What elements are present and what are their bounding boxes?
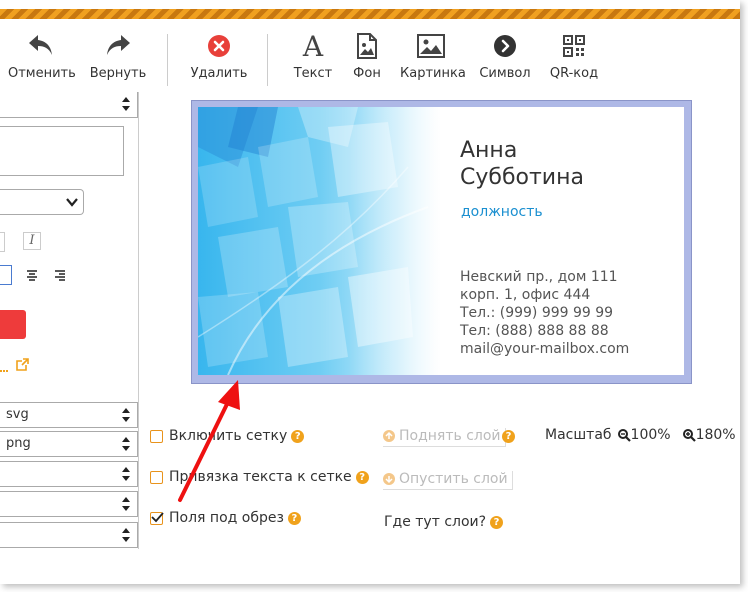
lower-layer-label: Опустить слой	[399, 471, 508, 487]
select-arrows-icon	[122, 97, 130, 111]
raise-layer-label: Поднять слой	[399, 428, 501, 444]
export-format-select-svg[interactable]: svg	[0, 402, 138, 428]
redo-icon	[107, 35, 130, 55]
zoom-100-button[interactable]: 100%	[617, 427, 671, 443]
where-layers-link[interactable]: Где тут слои? ?	[384, 514, 504, 530]
zoom-in-icon	[682, 428, 696, 442]
chevron-down-icon	[66, 198, 78, 207]
zoom-controls: Масштаб 100% 180%	[545, 427, 736, 443]
select-arrows-icon	[122, 437, 130, 451]
background-image-file-icon	[357, 33, 377, 59]
text-icon: A	[302, 29, 324, 63]
card-first-name[interactable]: Анна	[460, 137, 517, 164]
zoom-180-label: 180%	[695, 427, 736, 443]
card-address-line-2[interactable]: корп. 1, офис 444	[460, 286, 590, 304]
undo-icon	[29, 35, 52, 55]
format-option: svg	[6, 407, 29, 422]
italic-button[interactable]: I	[23, 232, 41, 250]
undo-button[interactable]: Отменить	[8, 28, 76, 92]
delete-label: Удалить	[190, 66, 248, 81]
align-left-button[interactable]	[0, 265, 12, 285]
raise-layer-button[interactable]: Поднять слой	[383, 428, 506, 447]
annotation-arrow	[178, 380, 240, 502]
zoom-label: Масштаб	[545, 427, 612, 443]
properties-panel: I svg png	[0, 92, 139, 549]
delete-button[interactable]: Удалить	[188, 28, 250, 92]
add-image-button[interactable]: Картинка	[400, 28, 466, 92]
select-arrows-icon	[122, 528, 130, 542]
card-address-line-1[interactable]: Невский пр., дом 111	[460, 268, 618, 286]
export-format-select-png[interactable]: png	[0, 431, 138, 457]
help-icon[interactable]: ?	[355, 470, 369, 484]
add-qr-button[interactable]: QR-код	[546, 28, 602, 92]
format-option: png	[6, 436, 31, 451]
where-layers-label: Где тут слои?	[384, 514, 487, 530]
select-arrows-icon	[122, 497, 130, 511]
card-last-name[interactable]: Субботина	[460, 164, 584, 191]
checkmark-icon	[151, 511, 164, 522]
business-card[interactable]: Анна Субботина должность Невский пр., до…	[198, 107, 684, 375]
redo-button[interactable]: Вернуть	[88, 28, 148, 92]
picture-icon	[417, 34, 445, 58]
snap-checkbox[interactable]	[150, 470, 163, 484]
delete-icon	[208, 35, 230, 57]
redo-label: Вернуть	[89, 66, 147, 81]
export-option-select[interactable]	[0, 522, 138, 548]
help-icon[interactable]: ?	[502, 430, 515, 443]
bleed-option[interactable]: Поля под обрез ?	[150, 510, 301, 526]
zoom-100-label: 100%	[630, 427, 671, 443]
export-option-select[interactable]	[0, 491, 138, 517]
grid-checkbox[interactable]	[150, 429, 163, 443]
link-underline	[0, 361, 8, 372]
qr-label: QR-код	[549, 66, 599, 81]
card-background-pattern	[198, 107, 684, 375]
card-phone-1[interactable]: Тел.: (999) 999 99 99	[460, 304, 613, 322]
font-size-select[interactable]	[0, 189, 84, 215]
lower-layer-button[interactable]: Опустить слой	[383, 471, 513, 490]
export-option-select[interactable]	[0, 461, 138, 487]
arrow-down-icon	[383, 473, 395, 485]
help-icon[interactable]: ?	[287, 511, 301, 525]
card-email[interactable]: mail@your-mailbox.com	[460, 340, 629, 358]
text-label: Текст	[293, 66, 333, 81]
select-arrows-icon	[122, 467, 130, 481]
add-symbol-button[interactable]: Символ	[476, 28, 534, 92]
bleed-checkbox[interactable]	[150, 511, 164, 525]
font-select[interactable]	[0, 92, 138, 118]
undo-label: Отменить	[8, 66, 76, 81]
arrow-up-icon	[383, 430, 395, 442]
text-content-textarea[interactable]	[0, 126, 124, 176]
toolbar-divider	[167, 34, 168, 86]
align-center-icon[interactable]	[26, 270, 38, 281]
align-right-icon[interactable]	[54, 270, 66, 281]
symbol-label: Символ	[479, 66, 531, 81]
bold-button[interactable]	[0, 232, 5, 252]
background-button[interactable]: Фон	[346, 28, 388, 92]
bleed-label: Поля под обрез	[169, 510, 284, 526]
toolbar-divider	[267, 34, 268, 86]
zoom-180-button[interactable]: 180%	[682, 427, 736, 443]
design-canvas[interactable]: Анна Субботина должность Невский пр., до…	[191, 100, 692, 384]
image-label: Картинка	[400, 66, 466, 81]
add-text-button[interactable]: A Текст	[290, 28, 336, 92]
zoom-icon	[617, 428, 631, 442]
external-link-icon[interactable]	[16, 358, 29, 371]
card-phone-2[interactable]: Тел: (888) 888 88 88	[460, 322, 609, 340]
symbol-icon	[494, 35, 516, 57]
card-position[interactable]: должность	[461, 204, 543, 220]
help-icon[interactable]: ?	[490, 515, 504, 529]
background-label: Фон	[353, 66, 381, 81]
text-color-swatch[interactable]	[0, 310, 26, 339]
top-stripe	[0, 9, 740, 19]
select-arrows-icon	[122, 408, 130, 422]
help-icon[interactable]: ?	[291, 429, 305, 443]
qr-code-icon	[563, 35, 585, 57]
